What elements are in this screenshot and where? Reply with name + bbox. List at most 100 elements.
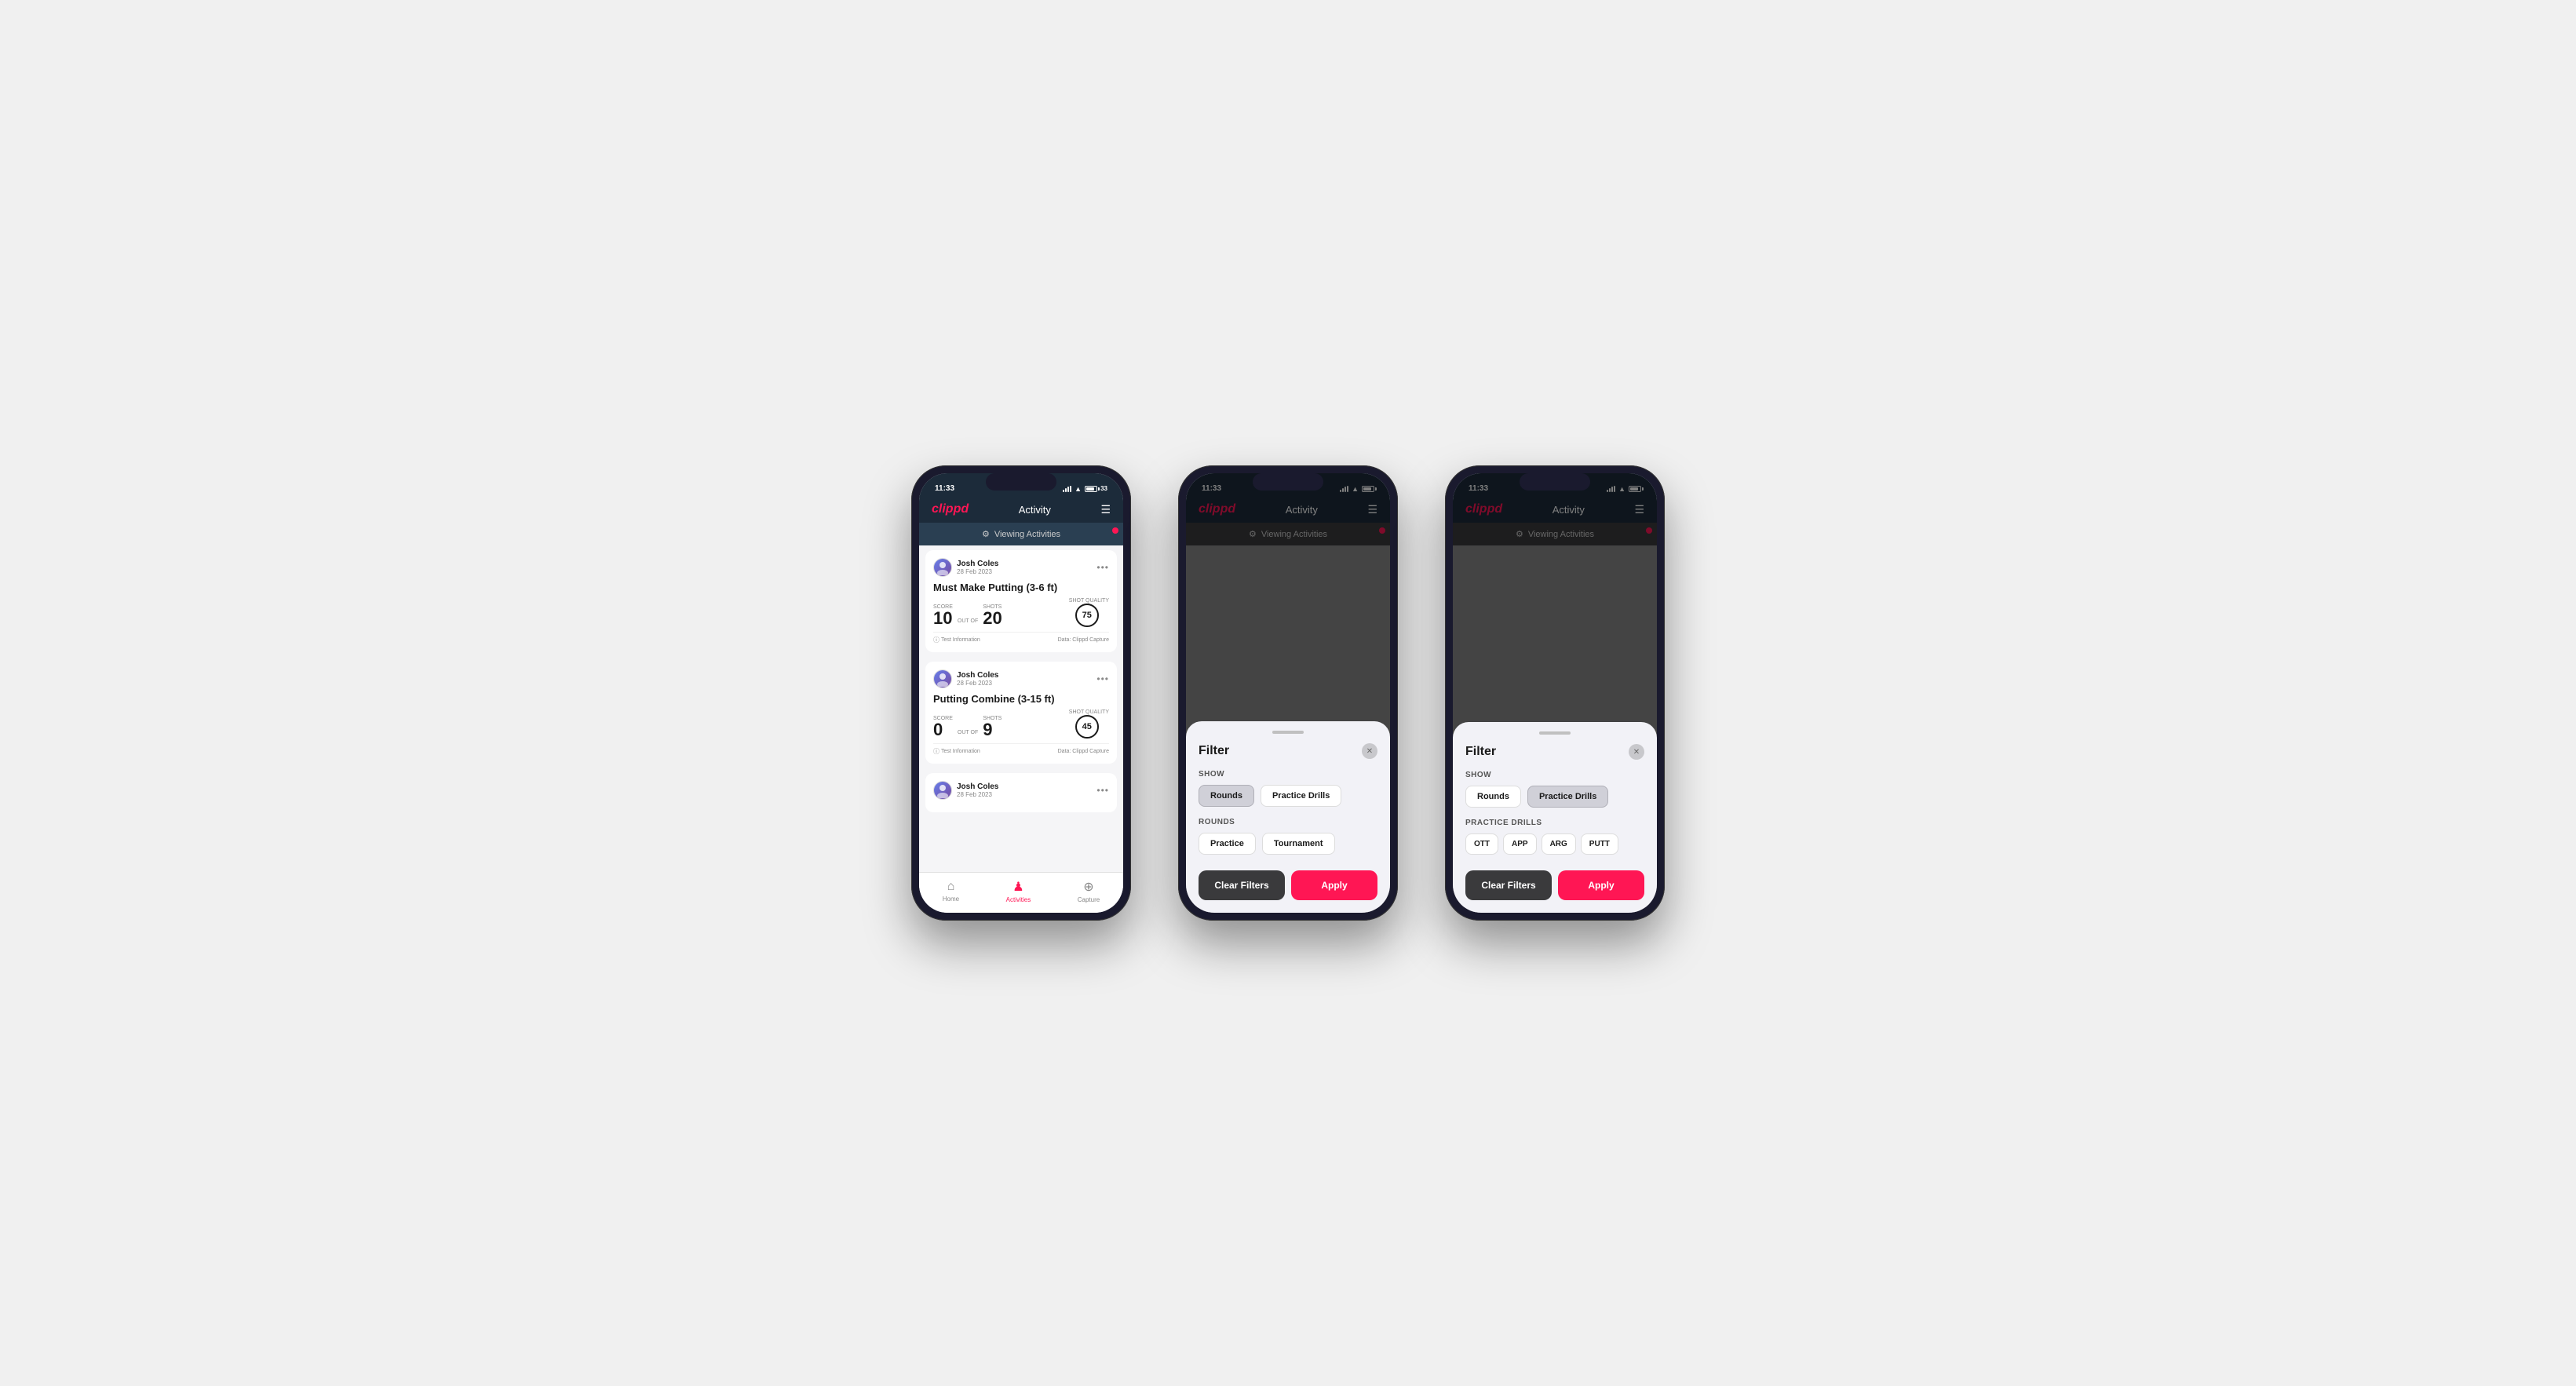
shots-value-1: 20 xyxy=(983,610,1002,627)
clear-filters-button-2[interactable]: Clear Filters xyxy=(1199,870,1285,900)
out-of-2: OUT OF xyxy=(958,730,978,735)
user-date-1: 28 Feb 2023 xyxy=(957,568,998,575)
time-1: 11:33 xyxy=(935,484,954,493)
close-button-3[interactable]: ✕ xyxy=(1629,744,1644,760)
avatar-1 xyxy=(933,558,952,577)
signal-1 xyxy=(1063,486,1071,492)
user-name-2: Josh Coles xyxy=(957,671,998,680)
footer-info-text-1: Test Information xyxy=(941,637,980,643)
filter-overlay-3: Filter ✕ Show Rounds Practice Drills Pra… xyxy=(1453,473,1657,913)
rounds-label-2: Rounds xyxy=(1199,818,1377,826)
drill-buttons-3: OTT APP ARG PUTT xyxy=(1465,833,1644,855)
filter-modal-3: Filter ✕ Show Rounds Practice Drills Pra… xyxy=(1453,722,1657,913)
practice-drills-show-btn-3[interactable]: Practice Drills xyxy=(1527,786,1608,808)
shots-value-2: 9 xyxy=(983,721,1002,739)
filter-handle-3 xyxy=(1539,731,1571,735)
card-header-3: Josh Coles 28 Feb 2023 ••• xyxy=(933,781,1109,800)
shot-quality-1: Shot Quality 75 xyxy=(1069,598,1109,627)
user-date-3: 28 Feb 2023 xyxy=(957,791,998,798)
user-info-1: Josh Coles 28 Feb 2023 xyxy=(933,558,998,577)
rounds-show-btn-2[interactable]: Rounds xyxy=(1199,785,1254,807)
app-header-1: clippd Activity ☰ xyxy=(919,496,1123,523)
logo-1: clippd xyxy=(932,502,969,516)
show-buttons-2: Rounds Practice Drills xyxy=(1199,785,1377,807)
notch-3 xyxy=(1520,473,1590,491)
shot-quality-badge-1: 75 xyxy=(1075,604,1099,627)
filter-overlay-2: Filter ✕ Show Rounds Practice Drills Rou… xyxy=(1186,473,1390,913)
shots-stat-2: Shots 9 xyxy=(983,716,1002,739)
footer-info-2: ⓘ Test Information xyxy=(933,747,980,756)
rounds-buttons-2: Practice Tournament xyxy=(1199,833,1377,855)
notch-1 xyxy=(986,473,1056,491)
screen-2: 11:33 ▲ clippd Activity xyxy=(1186,473,1390,913)
card-header-1: Josh Coles 28 Feb 2023 ••• xyxy=(933,558,1109,577)
apply-button-2[interactable]: Apply xyxy=(1291,870,1377,900)
app-btn-3[interactable]: APP xyxy=(1503,833,1537,855)
show-buttons-3: Rounds Practice Drills xyxy=(1465,786,1644,808)
wifi-icon-1: ▲ xyxy=(1075,485,1082,493)
signal-bar-3 xyxy=(1067,487,1069,492)
shots-stat-1: Shots 20 xyxy=(983,604,1002,627)
filter-header-3: Filter ✕ xyxy=(1465,744,1644,760)
shot-quality-2: Shot Quality 45 xyxy=(1069,709,1109,739)
show-label-3: Show xyxy=(1465,771,1644,779)
tournament-round-btn-2[interactable]: Tournament xyxy=(1262,833,1335,855)
activities-icon-1: ♟ xyxy=(1013,879,1023,895)
filter-handle-2 xyxy=(1272,731,1304,734)
avatar-svg-1 xyxy=(935,560,950,575)
arg-btn-3[interactable]: ARG xyxy=(1542,833,1576,855)
menu-icon-1[interactable]: ☰ xyxy=(1100,503,1111,516)
close-button-2[interactable]: ✕ xyxy=(1362,743,1377,759)
nav-capture-1[interactable]: ⊕ Capture xyxy=(1078,879,1100,903)
bottom-nav-1: ⌂ Home ♟ Activities ⊕ Capture xyxy=(919,872,1123,913)
phone-2: 11:33 ▲ clippd Activity xyxy=(1178,465,1398,921)
activities-label-1: Activities xyxy=(1006,896,1031,903)
shot-quality-badge-2: 45 xyxy=(1075,715,1099,739)
battery-percent-1: 33 xyxy=(1100,485,1107,492)
filter-actions-2: Clear Filters Apply xyxy=(1199,870,1377,900)
practice-round-btn-2[interactable]: Practice xyxy=(1199,833,1256,855)
more-options-1[interactable]: ••• xyxy=(1096,562,1109,573)
notch-2 xyxy=(1253,473,1323,491)
more-options-3[interactable]: ••• xyxy=(1096,785,1109,796)
avatar-2 xyxy=(933,669,952,688)
nav-activities-1[interactable]: ♟ Activities xyxy=(1006,879,1031,903)
avatar-svg-3 xyxy=(935,782,950,798)
user-name-3: Josh Coles xyxy=(957,782,998,791)
drills-label-3: Practice Drills xyxy=(1465,819,1644,827)
card-header-2: Josh Coles 28 Feb 2023 ••• xyxy=(933,669,1109,688)
activity-card-3: Josh Coles 28 Feb 2023 ••• xyxy=(925,773,1117,812)
avatar-inner-1 xyxy=(934,559,951,576)
shot-quality-label-1: Shot Quality xyxy=(1069,598,1109,604)
viewing-activities-text-1: Viewing Activities xyxy=(994,530,1060,539)
filter-title-2: Filter xyxy=(1199,744,1229,758)
home-icon-1: ⌂ xyxy=(947,880,955,894)
user-details-3: Josh Coles 28 Feb 2023 xyxy=(957,782,998,798)
apply-button-3[interactable]: Apply xyxy=(1558,870,1644,900)
score-value-2: 0 xyxy=(933,721,953,739)
ott-btn-3[interactable]: OTT xyxy=(1465,833,1498,855)
viewing-bar-1[interactable]: ⚙ Viewing Activities xyxy=(919,523,1123,545)
activity-title-2: Putting Combine (3-15 ft) xyxy=(933,693,1109,705)
more-options-2[interactable]: ••• xyxy=(1096,673,1109,684)
footer-data-1: Data: Clippd Capture xyxy=(1058,637,1109,643)
practice-drills-show-btn-2[interactable]: Practice Drills xyxy=(1261,785,1341,807)
rounds-show-btn-3[interactable]: Rounds xyxy=(1465,786,1521,808)
stats-row-2: Score 0 OUT OF Shots 9 Shot Quality 45 xyxy=(933,709,1109,739)
score-stat-2: Score 0 xyxy=(933,716,953,739)
battery-fill-1 xyxy=(1086,487,1094,491)
nav-home-1[interactable]: ⌂ Home xyxy=(943,880,959,903)
putt-btn-3[interactable]: PUTT xyxy=(1581,833,1618,855)
score-stat-1: Score 10 xyxy=(933,604,953,627)
filter-title-3: Filter xyxy=(1465,745,1496,759)
clear-filters-button-3[interactable]: Clear Filters xyxy=(1465,870,1552,900)
phone-1: 11:33 ▲ 33 clippd xyxy=(911,465,1131,921)
signal-bar-2 xyxy=(1065,488,1067,492)
phones-container: 11:33 ▲ 33 clippd xyxy=(911,465,1665,921)
footer-info-text-2: Test Information xyxy=(941,749,980,754)
user-info-2: Josh Coles 28 Feb 2023 xyxy=(933,669,998,688)
info-icon-2: ⓘ xyxy=(933,747,940,756)
shot-quality-label-2: Shot Quality xyxy=(1069,709,1109,715)
header-title-1: Activity xyxy=(1019,504,1051,516)
user-info-3: Josh Coles 28 Feb 2023 xyxy=(933,781,998,800)
